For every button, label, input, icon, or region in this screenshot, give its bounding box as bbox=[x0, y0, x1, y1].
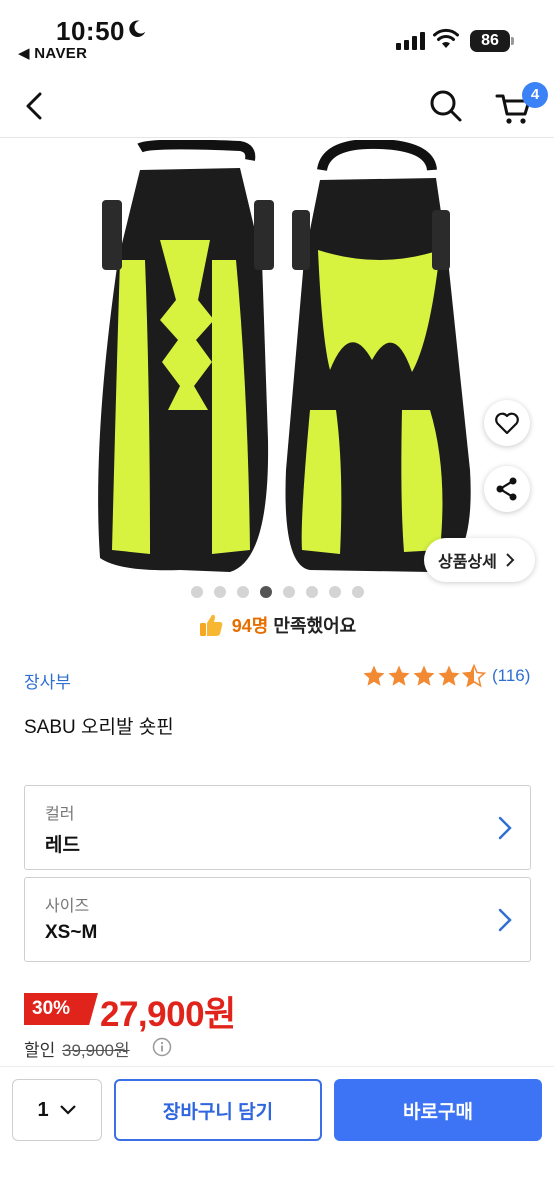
option-value: XS~M bbox=[45, 922, 98, 943]
discount-label: 할인 bbox=[24, 1041, 56, 1060]
thumbs-up-icon bbox=[199, 614, 223, 636]
seller-name[interactable]: 장사부 bbox=[24, 668, 71, 693]
info-icon[interactable] bbox=[152, 1037, 172, 1057]
star-icon bbox=[438, 665, 460, 686]
star-icon bbox=[413, 665, 435, 686]
quantity-value: 1 bbox=[37, 1098, 49, 1121]
product-detail-button[interactable]: 상품상세 bbox=[424, 538, 535, 582]
pagination-dot[interactable] bbox=[190, 586, 203, 598]
pagination-dot[interactable] bbox=[236, 586, 249, 598]
review-count: (116) bbox=[492, 666, 531, 685]
product-image[interactable] bbox=[0, 138, 554, 580]
top-nav bbox=[0, 72, 554, 138]
sale-price: 27,900원 bbox=[100, 995, 236, 1034]
wifi-icon bbox=[433, 28, 459, 48]
color-option-select[interactable]: 컬러 레드 bbox=[24, 785, 531, 870]
size-option-select[interactable]: 사이즈 XS~M bbox=[24, 877, 531, 962]
buy-now-button[interactable]: 바로구매 bbox=[334, 1079, 542, 1141]
wishlist-button[interactable] bbox=[484, 400, 530, 446]
original-price: 39,900원 bbox=[62, 1041, 130, 1060]
pagination-dot[interactable] bbox=[282, 586, 295, 598]
star-half-icon bbox=[462, 664, 486, 688]
back-to-app-link[interactable]: ◀ NAVER bbox=[18, 44, 87, 62]
satisfaction-summary: 94명 만족했어요 bbox=[0, 612, 554, 638]
satisfied-count: 94명 bbox=[231, 616, 269, 636]
chevron-right-icon bbox=[498, 816, 512, 840]
left-fin bbox=[98, 139, 274, 572]
product-detail-label: 상품상세 bbox=[438, 554, 497, 571]
rating-summary[interactable]: (116) bbox=[362, 664, 530, 688]
pagination-dot-active[interactable] bbox=[259, 586, 272, 598]
star-icon bbox=[363, 665, 385, 686]
pagination-dot[interactable] bbox=[213, 586, 226, 598]
pagination-dot[interactable] bbox=[351, 586, 364, 598]
discount-badge: 30% bbox=[24, 993, 98, 1025]
moon-icon bbox=[129, 20, 146, 37]
chevron-right-icon bbox=[506, 553, 515, 567]
back-arrow-icon[interactable] bbox=[20, 88, 50, 124]
battery-indicator: 86 bbox=[470, 30, 510, 52]
quantity-select[interactable]: 1 bbox=[12, 1079, 102, 1141]
star-rating bbox=[362, 664, 486, 688]
option-label: 사이즈 bbox=[45, 898, 90, 915]
image-pagination-dots bbox=[0, 586, 554, 598]
search-icon[interactable] bbox=[428, 88, 464, 124]
star-icon bbox=[388, 665, 410, 686]
option-label: 컬러 bbox=[45, 806, 75, 823]
pagination-dot[interactable] bbox=[305, 586, 318, 598]
heart-icon bbox=[495, 412, 519, 435]
signal-icon bbox=[396, 30, 425, 50]
status-bar: 10:50 ◀ NAVER 86 bbox=[0, 0, 554, 66]
fins-illustration bbox=[98, 138, 471, 572]
share-button[interactable] bbox=[484, 466, 530, 512]
satisfied-text: 만족했어요 bbox=[273, 616, 357, 636]
right-fin bbox=[285, 138, 471, 572]
status-time: 10:50 bbox=[56, 16, 125, 46]
chevron-right-icon bbox=[498, 908, 512, 932]
product-title: SABU 오리발 숏핀 bbox=[24, 717, 174, 738]
battery-tip bbox=[511, 37, 514, 45]
cart-count-badge: 4 bbox=[522, 82, 548, 108]
purchase-bar: 1 장바구니 담기 바로구매 bbox=[0, 1066, 554, 1200]
pagination-dot[interactable] bbox=[328, 586, 341, 598]
option-value: 레드 bbox=[45, 835, 80, 856]
chevron-down-icon bbox=[59, 1105, 76, 1115]
add-to-cart-button[interactable]: 장바구니 담기 bbox=[114, 1079, 322, 1141]
share-icon bbox=[496, 477, 517, 501]
